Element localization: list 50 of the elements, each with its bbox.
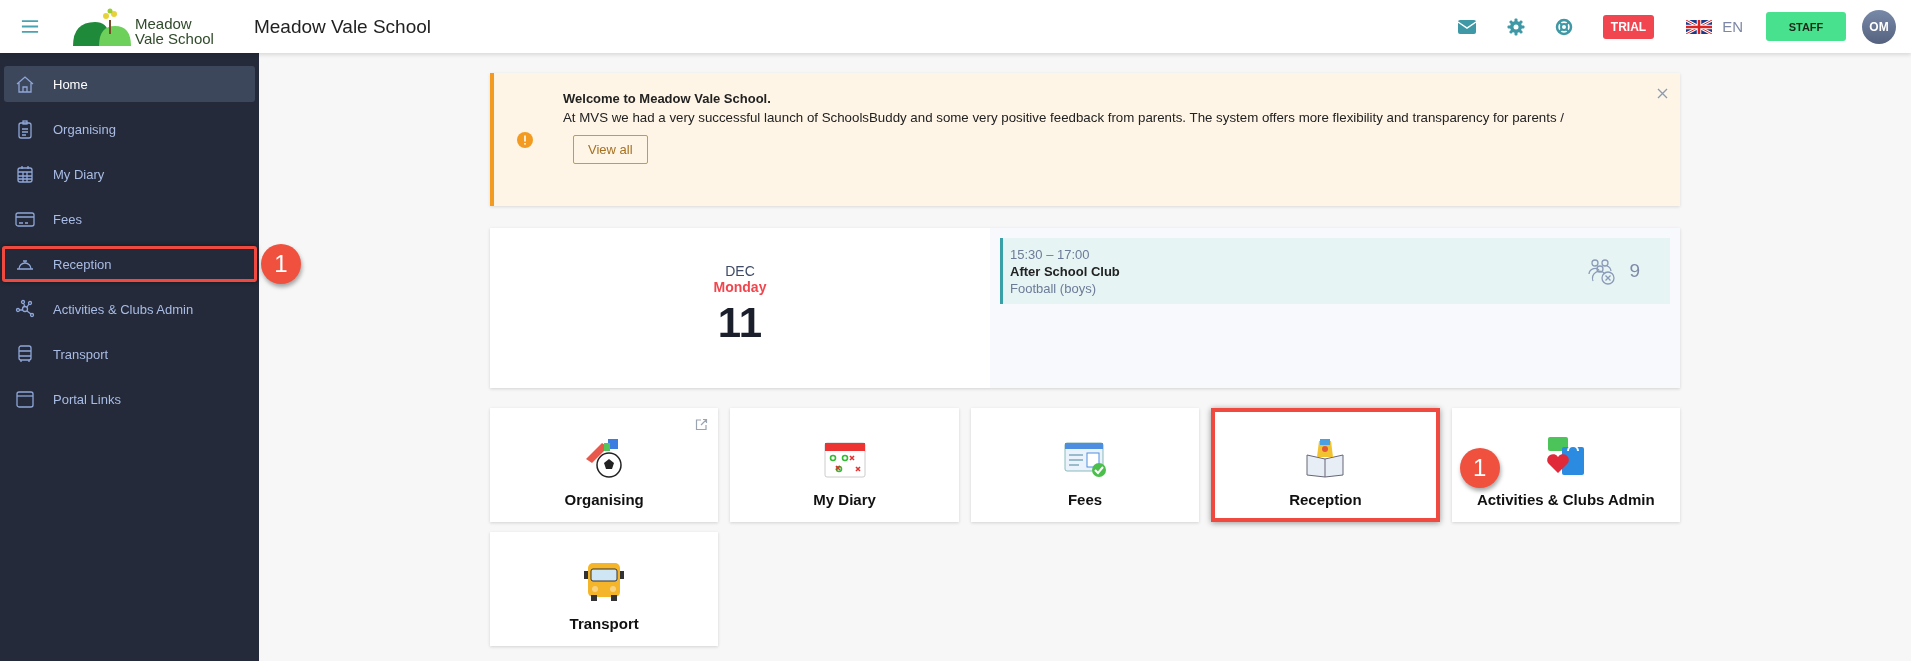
logo-text: Vale School <box>135 30 214 46</box>
calendar-icon <box>822 439 867 479</box>
external-link-icon[interactable] <box>695 418 709 431</box>
sidebar-item[interactable]: Home <box>4 66 255 102</box>
logo-text: Meadow <box>135 15 193 31</box>
month-label: DEC <box>725 263 755 279</box>
sidebar-item[interactable]: Transport <box>4 336 255 372</box>
sidebar-item[interactable]: Fees <box>4 201 255 237</box>
avatar[interactable]: OM <box>1862 9 1896 44</box>
event-title: After School Club <box>1010 263 1121 279</box>
module-tile[interactable]: Organising <box>490 408 719 522</box>
home-icon <box>15 74 35 94</box>
event-subtitle: Football (boys) <box>1010 280 1097 296</box>
weekday-label: Monday <box>713 279 767 295</box>
lifebuoy-icon[interactable] <box>1554 17 1573 36</box>
people-icon <box>1587 257 1618 285</box>
school-title: Meadow Vale School <box>253 15 432 38</box>
sidebar-item[interactable]: Activities & Clubs Admin <box>4 291 255 327</box>
module-tile[interactable]: Reception <box>1211 408 1440 522</box>
notice-title: Welcome to Meadow Vale School. <box>563 91 771 106</box>
sidebar-item[interactable]: Portal Links <box>4 381 255 417</box>
calendar-icon <box>15 164 35 184</box>
close-icon[interactable] <box>1657 88 1668 99</box>
clipboard-icon <box>15 119 35 139</box>
attendee-count: 9 <box>1629 260 1640 282</box>
bus-icon <box>15 344 35 364</box>
sidebar-item[interactable]: Reception <box>2 246 257 282</box>
warning-icon <box>517 131 533 148</box>
notice-text: At MVS we had a very successful launch of SchoolsBuddy and some very positive feedback from parents. The system offers more flexibility and transparency for parents / <box>563 110 1564 125</box>
module-tile[interactable]: Transport <box>490 532 719 646</box>
event-item[interactable]: 15:30 – 17:00 After School Club Football (boys) 9 <box>1000 238 1670 304</box>
sidebar-item[interactable]: My Diary <box>4 156 255 192</box>
day-number: 11 <box>717 299 763 347</box>
trial-badge: TRIAL <box>1602 14 1655 39</box>
language-selector[interactable]: EN <box>1722 18 1743 35</box>
callout-badge: 1 <box>261 244 301 284</box>
card-icon <box>15 209 35 229</box>
flag-icon[interactable] <box>1686 19 1713 34</box>
logo-icon <box>73 7 133 46</box>
cheque-icon <box>1063 439 1107 479</box>
view-all-button[interactable]: View all <box>573 135 648 164</box>
network-icon <box>15 299 35 319</box>
window-icon <box>15 389 35 409</box>
module-tile[interactable]: Fees <box>970 408 1200 522</box>
module-tile[interactable]: My Diary <box>730 408 959 522</box>
sidebar-item[interactable]: Organising <box>4 111 255 147</box>
staff-button[interactable]: STAFF <box>1766 12 1846 41</box>
menu-icon[interactable] <box>21 19 39 34</box>
event-time: 15:30 – 17:00 <box>1010 246 1091 262</box>
mail-icon[interactable] <box>1456 18 1477 35</box>
